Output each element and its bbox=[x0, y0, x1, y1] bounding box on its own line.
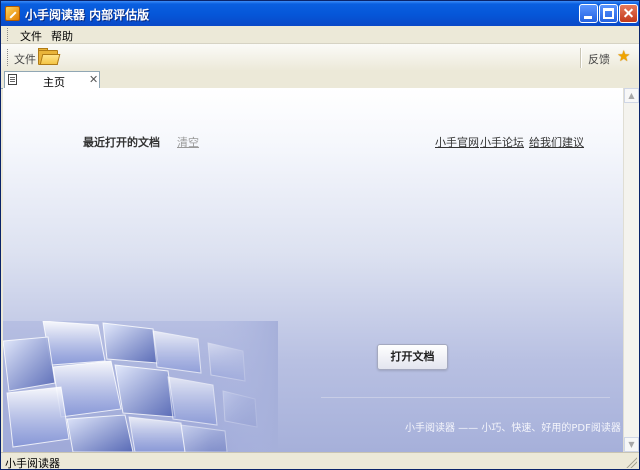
menu-help[interactable]: 帮助 bbox=[51, 28, 73, 44]
toolbar-separator bbox=[580, 48, 582, 68]
chevron-up-icon: ▲ bbox=[628, 91, 635, 100]
content-divider bbox=[321, 397, 610, 398]
tagline: 小手阅读器 —— 小巧、快速、好用的PDF阅读器 bbox=[405, 423, 621, 434]
minimize-icon bbox=[584, 16, 592, 19]
toolbar-grip[interactable] bbox=[7, 49, 10, 66]
status-bar: 小手阅读器 bbox=[1, 452, 639, 470]
tab-home[interactable]: 主页 ✕ bbox=[4, 71, 100, 89]
menu-bar: 文件 帮助 bbox=[1, 26, 639, 43]
folder-open-icon[interactable] bbox=[38, 48, 61, 65]
maximize-button[interactable] bbox=[599, 4, 618, 23]
official-site-link[interactable]: 小手官网 bbox=[435, 134, 479, 150]
clear-recent-link[interactable]: 清空 bbox=[177, 134, 199, 150]
recent-documents-label: 最近打开的文档 bbox=[83, 136, 160, 149]
close-icon bbox=[620, 5, 637, 22]
app-window: 小手阅读器 内部评估版 文件 帮助 文件 反馈 ★ 主页 ✕ 最近打开的文档 清… bbox=[0, 0, 640, 470]
forum-link[interactable]: 小手论坛 bbox=[480, 134, 524, 150]
tab-close-icon[interactable]: ✕ bbox=[89, 73, 98, 86]
title-bar[interactable]: 小手阅读器 内部评估版 bbox=[1, 1, 639, 26]
app-pen-icon[interactable] bbox=[5, 6, 20, 21]
close-button[interactable] bbox=[619, 4, 638, 23]
scroll-down-button[interactable]: ▼ bbox=[624, 437, 639, 452]
suggestions-link[interactable]: 给我们建议 bbox=[529, 134, 584, 150]
home-page: 最近打开的文档 清空 小手官网 小手论坛 给我们建议 打开文档 小手阅读器 ——… bbox=[3, 88, 623, 452]
document-icon bbox=[8, 74, 17, 85]
status-text: 小手阅读器 bbox=[5, 457, 60, 470]
chevron-down-icon: ▼ bbox=[628, 440, 635, 449]
scroll-up-button[interactable]: ▲ bbox=[624, 88, 639, 103]
menu-file[interactable]: 文件 bbox=[20, 28, 42, 44]
glass-cubes-background bbox=[3, 321, 278, 452]
tab-strip: 主页 ✕ bbox=[1, 70, 639, 89]
feedback-label[interactable]: 反馈 bbox=[588, 51, 610, 67]
toolbar: 文件 反馈 ★ bbox=[1, 43, 639, 72]
resize-grip[interactable] bbox=[625, 456, 637, 468]
minimize-button[interactable] bbox=[579, 4, 598, 23]
toolbar-file-label[interactable]: 文件 bbox=[14, 51, 36, 67]
menubar-grip[interactable] bbox=[7, 28, 10, 41]
vertical-scrollbar[interactable]: ▲ ▼ bbox=[623, 88, 639, 452]
star-icon[interactable]: ★ bbox=[613, 48, 633, 66]
maximize-icon bbox=[603, 8, 614, 19]
open-document-button[interactable]: 打开文档 bbox=[377, 344, 448, 370]
window-title: 小手阅读器 内部评估版 bbox=[25, 8, 150, 22]
